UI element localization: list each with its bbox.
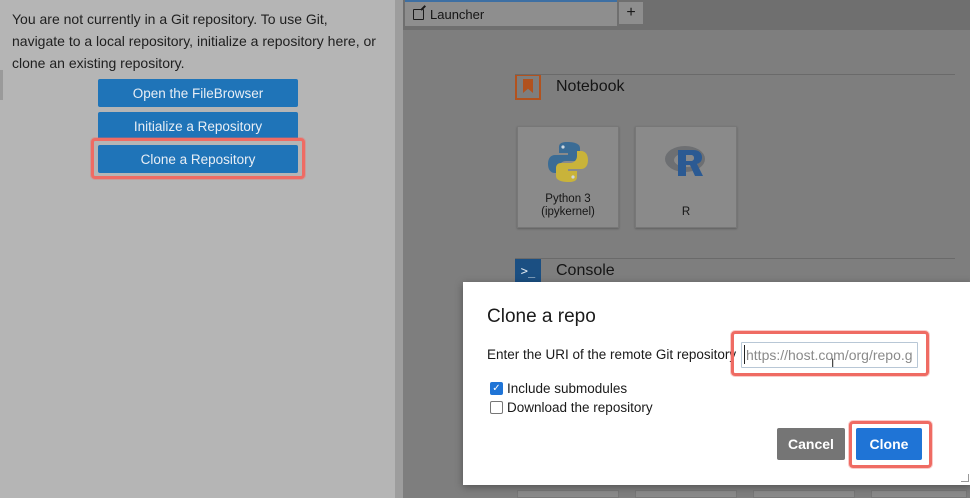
uri-label: Enter the URI of the remote Git reposito… (487, 347, 737, 362)
section-title: Console (556, 262, 615, 279)
kernel-card-partial (871, 490, 967, 498)
download-repository-option[interactable]: Download the repository (490, 400, 653, 415)
notebook-icon (515, 74, 541, 100)
kernel-card-partial (517, 490, 619, 498)
panel-splitter[interactable] (395, 0, 403, 498)
python-logo-icon (548, 142, 588, 182)
console-icon: >_ (515, 258, 541, 284)
kernel-card-r[interactable]: R (635, 126, 737, 228)
checkbox-label: Include submodules (507, 381, 628, 396)
console-section-header: >_ Console (515, 258, 615, 284)
include-submodules-checkbox[interactable]: ✓ (490, 382, 503, 395)
open-filebrowser-button[interactable]: Open the FileBrowser (98, 79, 298, 107)
section-divider (515, 258, 955, 259)
tab-bar: Launcher + (403, 0, 970, 30)
download-repository-checkbox[interactable] (490, 401, 503, 414)
clone-button-highlight (91, 138, 305, 179)
launcher-icon (413, 8, 424, 20)
dialog-title: Clone a repo (487, 306, 596, 327)
r-logo-icon (665, 146, 705, 176)
cancel-button[interactable]: Cancel (777, 428, 845, 460)
add-tab-icon[interactable]: + (619, 2, 643, 24)
tab-launcher[interactable]: Launcher (405, 0, 617, 26)
initialize-repository-button[interactable]: Initialize a Repository (98, 112, 298, 140)
include-submodules-option[interactable]: ✓ Include submodules (490, 381, 627, 396)
notebook-section-header: Notebook (515, 74, 625, 100)
section-divider (515, 74, 955, 75)
panel-edge (0, 70, 3, 100)
kernel-card-partial (635, 490, 737, 498)
kernel-label: R (681, 206, 691, 218)
tab-label: Launcher (430, 6, 485, 22)
kernel-card-python[interactable]: Python 3 (ipykernel) (517, 126, 619, 228)
clone-button-highlight (849, 421, 932, 468)
kernel-card-partial (753, 490, 855, 498)
section-title: Notebook (556, 78, 625, 95)
clone-repo-dialog: Clone a repo Enter the URI of the remote… (463, 282, 970, 485)
uri-input-highlight (731, 331, 929, 376)
git-status-message: You are not currently in a Git repositor… (12, 11, 376, 71)
resize-grip-icon[interactable] (961, 474, 969, 482)
git-panel: You are not currently in a Git repositor… (0, 0, 395, 498)
kernel-label: Python 3 (ipykernel) (541, 193, 595, 218)
checkbox-label: Download the repository (507, 400, 653, 415)
